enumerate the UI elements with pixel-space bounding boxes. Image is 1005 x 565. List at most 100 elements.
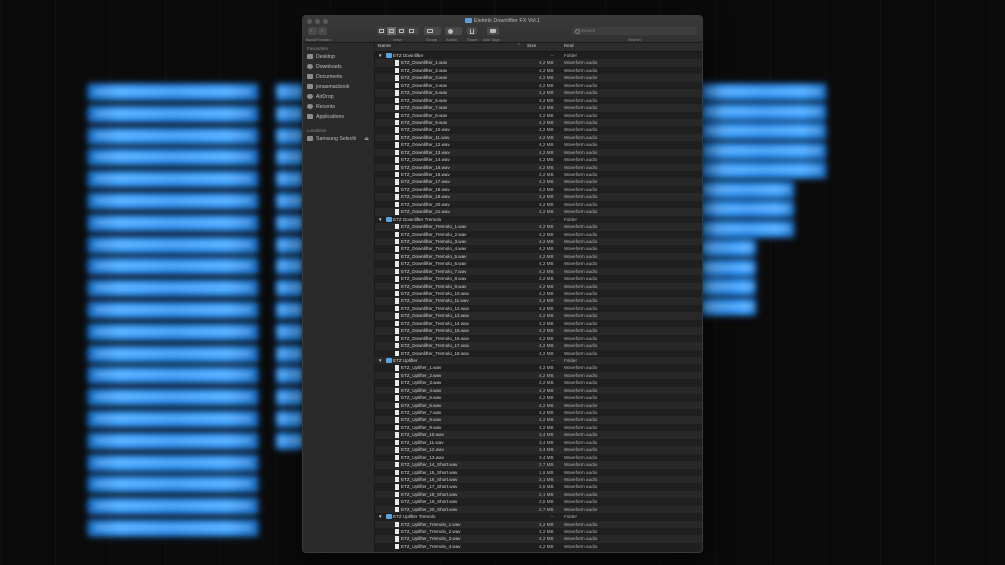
row-kind: Waveform audio — [564, 484, 598, 490]
sidebar-item-applications[interactable]: Applications — [307, 113, 372, 122]
file-row[interactable]: ETZ_Downlifter_Tremolo_1.wav 4,2 MB Wavefo… — [375, 223, 702, 231]
file-row[interactable]: ETZ_Uplifter_12.wav 3,4 MB Waveform audio — [375, 446, 702, 454]
file-row[interactable]: ETZ_Downlifter_17.wav 4,2 MB Waveform audi… — [375, 178, 702, 186]
folder-row[interactable]: ▼ ETZ Downlifter Tremolo -- Folder — [375, 216, 702, 223]
file-row[interactable]: ETZ_Uplifter_4.wav 4,2 MB Waveform audio — [375, 386, 702, 395]
file-row[interactable]: ETZ_Uplifter_15_Short.wav 1,6 MB Waveform … — [375, 469, 702, 476]
file-row[interactable]: ETZ_Downlifter_21.wav 4,2 MB Waveform audi… — [375, 208, 702, 216]
file-row[interactable]: ETZ_Uplifter_11.wav 3,4 MB Waveform audio — [375, 439, 702, 446]
file-row[interactable]: ETZ_Uplifter_6.wav 4,2 MB Waveform audio — [375, 401, 702, 409]
file-row[interactable]: ETZ_Downlifter_16.wav 4,2 MB Waveform audi… — [375, 171, 702, 178]
file-row[interactable]: ETZ_Downlifter_2.wav 4,2 MB Waveform audio — [375, 67, 702, 74]
file-row[interactable]: ETZ_Downlifter_11.wav 4,2 MB Waveform audi… — [375, 133, 702, 142]
file-row[interactable]: ETZ_Downlifter_12.wav 4,2 MB Waveform audi… — [375, 141, 702, 148]
column-header-size[interactable]: Size — [527, 43, 536, 51]
column-view-button[interactable] — [397, 27, 407, 35]
file-row[interactable]: ETZ_Downlifter_Tremolo_14.wav 4,2 MB Wavef… — [375, 320, 702, 327]
sidebar-item-documents[interactable]: Documents — [307, 73, 372, 82]
sidebar-item-desktop[interactable]: Desktop — [307, 53, 372, 62]
file-row[interactable]: ETZ_Uplifter_16_Short.wav 2,1 MB Waveform … — [375, 475, 702, 484]
file-row[interactable]: ETZ_Downlifter_18.wav 4,2 MB Waveform audi… — [375, 186, 702, 193]
file-row[interactable]: ETZ_Downlifter_9.wav 4,2 MB Waveform audio — [375, 118, 702, 127]
audio-file-icon — [395, 60, 399, 66]
file-row[interactable]: ETZ_Downlifter_3.wav 4,2 MB Waveform audio — [375, 74, 702, 82]
file-row[interactable]: ETZ_Uplifter_14_Short.wav 2,7 MB Waveform … — [375, 461, 702, 469]
file-row[interactable]: ETZ_Uplifter_5.wav 4,2 MB Waveform audio — [375, 394, 702, 401]
file-row[interactable]: ETZ_Downlifter_Tremolo_7.wav 4,2 MB Wavefo… — [375, 267, 702, 276]
file-row[interactable]: ETZ_Downlifter_14.wav 4,2 MB Waveform audi… — [375, 156, 702, 163]
file-row[interactable]: ETZ_Downlifter_13.wav 4,2 MB Waveform audi… — [375, 148, 702, 157]
file-row[interactable]: ETZ_Uplifter_Tremolo_4.wav 4,2 MB Waveform… — [375, 543, 702, 550]
group-button[interactable] — [424, 27, 441, 35]
column-header-kind[interactable]: Kind — [564, 43, 574, 51]
eject-icon[interactable]: ⏏ — [364, 135, 369, 144]
file-row[interactable]: ETZ_Downlifter_Tremolo_13.wav 4,2 MB Wavef… — [375, 312, 702, 320]
file-row[interactable]: ETZ_Downlifter_5.wav 4,2 MB Waveform audio — [375, 89, 702, 97]
file-row[interactable]: ETZ_Downlifter_10.wav 4,2 MB Waveform audi… — [375, 126, 702, 133]
folder-row[interactable]: ▼ ETZ Uplifter Tremolo -- Folder — [375, 513, 702, 520]
file-row[interactable]: ETZ_Downlifter_Tremolo_17.wav 4,2 MB Wavef… — [375, 342, 702, 350]
file-row[interactable]: ETZ_Uplifter_9.wav 4,2 MB Waveform audio — [375, 424, 702, 431]
add-tags-button[interactable] — [487, 27, 499, 35]
file-row[interactable]: ETZ_Downlifter_6.wav 4,2 MB Waveform audio — [375, 97, 702, 104]
icon-view-button[interactable] — [377, 27, 387, 35]
file-row[interactable]: ETZ_Uplifter_13.wav 3,4 MB Waveform audio — [375, 454, 702, 461]
file-row[interactable]: ETZ_Downlifter_Tremolo_6.wav 4,2 MB Wavefo… — [375, 260, 702, 267]
file-row[interactable]: ETZ_Uplifter_3.wav 4,2 MB Waveform audio — [375, 379, 702, 386]
disclosure-triangle-icon[interactable]: ▼ — [378, 216, 382, 223]
file-row[interactable]: ETZ_Downlifter_Tremolo_8.wav 4,2 MB Wavefo… — [375, 275, 702, 282]
column-header-name[interactable]: Name — [378, 43, 391, 51]
file-row[interactable]: ETZ_Downlifter_7.wav 4,2 MB Waveform audio — [375, 104, 702, 112]
back-button[interactable]: ‹ — [308, 27, 317, 35]
file-row[interactable]: ETZ_Uplifter_20_Short.wav 2,7 MB Waveform … — [375, 505, 702, 514]
file-row[interactable]: ETZ_Downlifter_8.wav 4,2 MB Waveform audio — [375, 112, 702, 119]
row-size: 4,2 MB — [539, 328, 554, 334]
folder-row[interactable]: ▼ ETZ Uplifter -- Folder — [375, 356, 702, 365]
search-input[interactable]: Search — [572, 27, 697, 35]
gallery-view-button[interactable] — [407, 27, 416, 35]
file-row[interactable]: ETZ_Downlifter_Tremolo_18.wav 4,2 MB Wavef… — [375, 350, 702, 357]
file-row[interactable]: ETZ_Uplifter_Tremolo_3.wav 4,2 MB Waveform… — [375, 535, 702, 543]
file-row[interactable]: ETZ_Downlifter_1.wav 4,2 MB Waveform audio — [375, 59, 702, 67]
disclosure-triangle-icon[interactable]: ▼ — [378, 513, 382, 520]
file-row[interactable]: ETZ_Downlifter_Tremolo_4.wav 4,2 MB Wavefo… — [375, 245, 702, 252]
file-row[interactable]: ETZ_Uplifter_17_Short.wav 2,5 MB Waveform … — [375, 483, 702, 490]
file-row[interactable]: ETZ_Downlifter_15.wav 4,2 MB Waveform audi… — [375, 163, 702, 171]
file-row[interactable]: ETZ_Uplifter_2.wav 4,2 MB Waveform audio — [375, 371, 702, 380]
sidebar-item-home[interactable]: jonasmacbook — [307, 83, 372, 92]
file-row[interactable]: ETZ_Uplifter_Tremolo_2.wav 4,2 MB Waveform… — [375, 528, 702, 535]
share-button[interactable] — [467, 27, 477, 35]
file-row[interactable]: ETZ_Downlifter_Tremolo_11.wav 4,2 MB Wavef… — [375, 297, 702, 305]
file-row[interactable]: ETZ_Downlifter_Tremolo_2.wav 4,2 MB Wavefo… — [375, 231, 702, 238]
folder-row[interactable]: ▼ ETZ Downlifter -- Folder — [375, 52, 702, 59]
file-row[interactable]: ETZ_Downlifter_Tremolo_10.wav 4,2 MB Wavef… — [375, 290, 702, 297]
disclosure-triangle-icon[interactable]: ▼ — [378, 357, 382, 364]
file-row[interactable]: ETZ_Downlifter_Tremolo_12.wav 4,2 MB Wavef… — [375, 305, 702, 312]
file-row[interactable]: ETZ_Downlifter_19.wav 4,2 MB Waveform audi… — [375, 193, 702, 201]
file-row[interactable]: ETZ_Downlifter_Tremolo_16.wav 4,2 MB Wavef… — [375, 335, 702, 342]
view-segmented-control[interactable] — [377, 27, 419, 35]
sidebar-item-recents[interactable]: Recents — [307, 103, 372, 112]
list-view-button[interactable] — [387, 27, 397, 35]
file-row[interactable]: ETZ_Uplifter_8.wav 4,2 MB Waveform audio — [375, 416, 702, 424]
file-row[interactable]: ETZ_Downlifter_Tremolo_3.wav 4,2 MB Wavefo… — [375, 237, 702, 246]
file-row[interactable]: ETZ_Uplifter_18_Short.wav 2,1 MB Waveform … — [375, 490, 702, 499]
sidebar-item-samsung-drive[interactable]: Samsung Selechi ⏏ — [307, 135, 372, 144]
audio-file-icon — [395, 67, 399, 74]
file-row[interactable]: ETZ_Downlifter_Tremolo_15.wav 4,2 MB Wavef… — [375, 327, 702, 335]
file-row[interactable]: ETZ_Downlifter_Tremolo_5.wav 4,2 MB Wavefo… — [375, 252, 702, 261]
forward-button[interactable]: › — [318, 27, 327, 35]
file-row[interactable]: ETZ_Uplifter_7.wav 4,2 MB Waveform audio — [375, 409, 702, 416]
file-row[interactable]: ETZ_Uplifter_10.wav 3,4 MB Waveform audio — [375, 431, 702, 439]
file-row[interactable]: ETZ_Uplifter_1.wav 4,2 MB Waveform audio — [375, 364, 702, 371]
sidebar-item-downloads[interactable]: Downloads — [307, 63, 372, 72]
sidebar-item-airdrop[interactable]: AirDrop — [307, 93, 372, 102]
file-row[interactable]: ETZ_Downlifter_4.wav 4,2 MB Waveform audio — [375, 82, 702, 89]
file-row[interactable]: ETZ_Downlifter_20.wav 4,2 MB Waveform audi… — [375, 201, 702, 208]
action-button[interactable] — [445, 27, 462, 35]
row-size: 4,2 MB — [539, 276, 554, 282]
disclosure-triangle-icon[interactable]: ▼ — [378, 52, 382, 59]
file-row[interactable]: ETZ_Uplifter_19_Short.wav 2,5 MB Waveform … — [375, 498, 702, 505]
file-row[interactable]: ETZ_Uplifter_Tremolo_1.wav 4,2 MB Waveform… — [375, 520, 702, 528]
file-row[interactable]: ETZ_Downlifter_Tremolo_9.wav 4,2 MB Wavefo… — [375, 282, 702, 290]
